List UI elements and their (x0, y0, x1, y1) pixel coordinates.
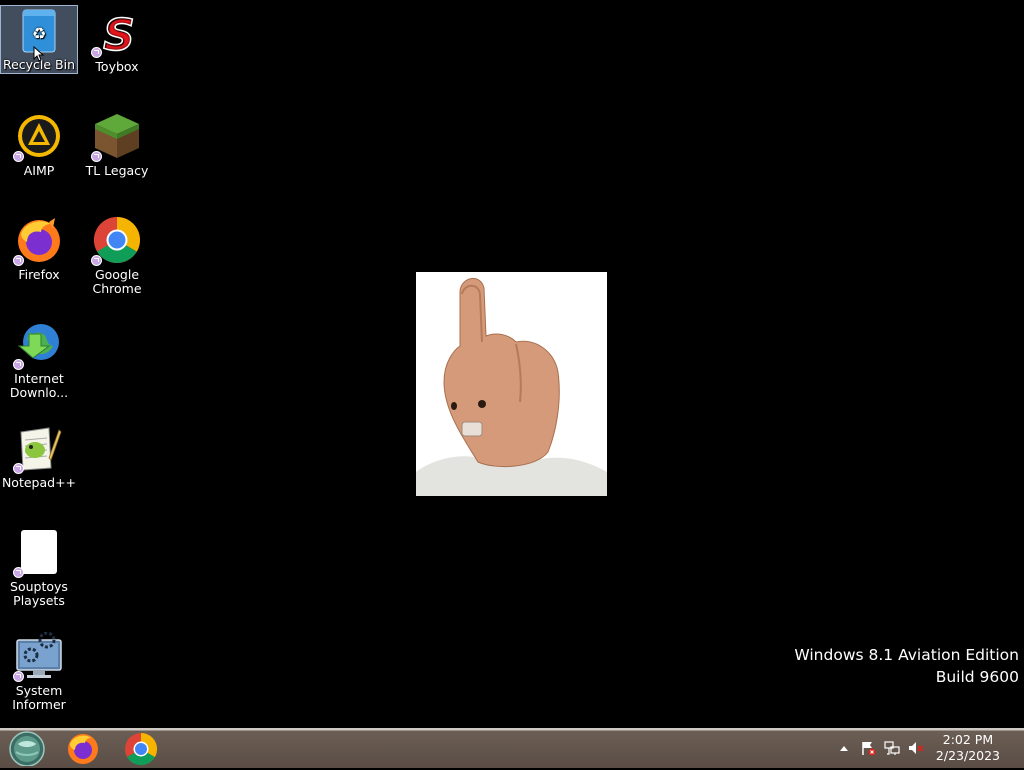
shortcut-arrow-icon (91, 47, 102, 58)
mouse-cursor-icon (33, 46, 45, 62)
icon-label: System Informer (12, 683, 66, 712)
icon-label: AIMP (23, 163, 55, 178)
desktop-icon-notepad-plus-plus[interactable]: Notepad++ (0, 420, 78, 520)
start-button[interactable] (2, 730, 50, 767)
shortcut-arrow-icon (13, 255, 24, 266)
chrome-icon (91, 216, 141, 266)
desktop-icon-toybox[interactable]: S Toybox (78, 4, 156, 104)
icon-label: Google Chrome (92, 267, 142, 296)
monitor-gears-icon (13, 631, 63, 682)
shortcut-arrow-icon (91, 151, 102, 162)
shortcut-arrow-icon (13, 671, 24, 682)
desktop-icon-internet-download-manager[interactable]: Internet Downlo... (0, 316, 78, 416)
desktop-icon-souptoys-playsets[interactable]: Souptoys Playsets (0, 524, 78, 624)
show-hidden-icons-icon (840, 746, 848, 751)
svg-text:S: S (103, 10, 135, 56)
icon-label: Toybox (95, 59, 139, 74)
desktop[interactable]: ♻ Recycle Bin S Toybox AIMP TL Legacy Fi… (0, 0, 1024, 728)
desktop-icon-tl-legacy[interactable]: TL Legacy (78, 108, 156, 208)
os-watermark: Windows 8.1 Aviation Edition Build 9600 (794, 644, 1019, 688)
recycle-bin-icon: ♻ (15, 8, 63, 62)
desktop-icon-firefox[interactable]: Firefox (0, 212, 78, 312)
watermark-build: Build 9600 (935, 668, 1019, 686)
volume-button[interactable] (908, 740, 924, 756)
shortcut-arrow-icon (13, 359, 24, 370)
network-button[interactable] (884, 740, 900, 756)
taskbar-chrome-button[interactable] (116, 730, 166, 766)
desktop-icon-google-chrome[interactable]: Google Chrome (78, 212, 156, 312)
taskbar-clock[interactable]: 2:02 PM 2/23/2023 (936, 732, 1000, 764)
grass-block-icon (91, 112, 141, 162)
desktop-icon-aimp[interactable]: AIMP (0, 108, 78, 208)
chrome-icon (125, 732, 158, 766)
svg-text:♻: ♻ (32, 24, 46, 43)
blank-document-icon (13, 528, 63, 578)
notepad-plus-plus-icon (13, 424, 63, 474)
taskbar-firefox-button[interactable] (58, 730, 108, 766)
aimp-icon (13, 112, 63, 162)
firefox-icon (13, 216, 63, 266)
download-globe-icon (13, 320, 63, 370)
start-orb-icon (9, 731, 45, 767)
network-icon (884, 741, 900, 755)
icon-label: Firefox (18, 267, 60, 282)
firefox-icon (68, 734, 98, 764)
shortcut-arrow-icon (13, 151, 24, 162)
shortcut-arrow-icon (13, 463, 24, 474)
shortcut-arrow-icon (91, 255, 102, 266)
wallpaper-image (416, 272, 607, 496)
icon-label: Souptoys Playsets (10, 579, 68, 608)
icon-label: Notepad++ (1, 475, 77, 490)
clock-date: 2/23/2023 (935, 748, 1000, 763)
shortcut-arrow-icon (13, 567, 24, 578)
toybox-icon: S (91, 8, 141, 62)
icon-label: TL Legacy (85, 163, 149, 178)
clock-time: 2:02 PM (942, 732, 994, 747)
action-center-button[interactable] (860, 740, 876, 756)
action-center-flag-icon (862, 742, 876, 756)
icon-label: Internet Downlo... (9, 371, 69, 400)
desktop-icon-system-informer[interactable]: System Informer (0, 628, 78, 728)
taskbar[interactable]: 2:02 PM 2/23/2023 (0, 728, 1024, 768)
desktop-icon-recycle-bin[interactable]: ♻ Recycle Bin (0, 5, 78, 74)
show-hidden-icons-button[interactable] (836, 740, 852, 756)
watermark-edition: Windows 8.1 Aviation Edition (794, 646, 1019, 664)
volume-muted-icon (909, 742, 924, 754)
